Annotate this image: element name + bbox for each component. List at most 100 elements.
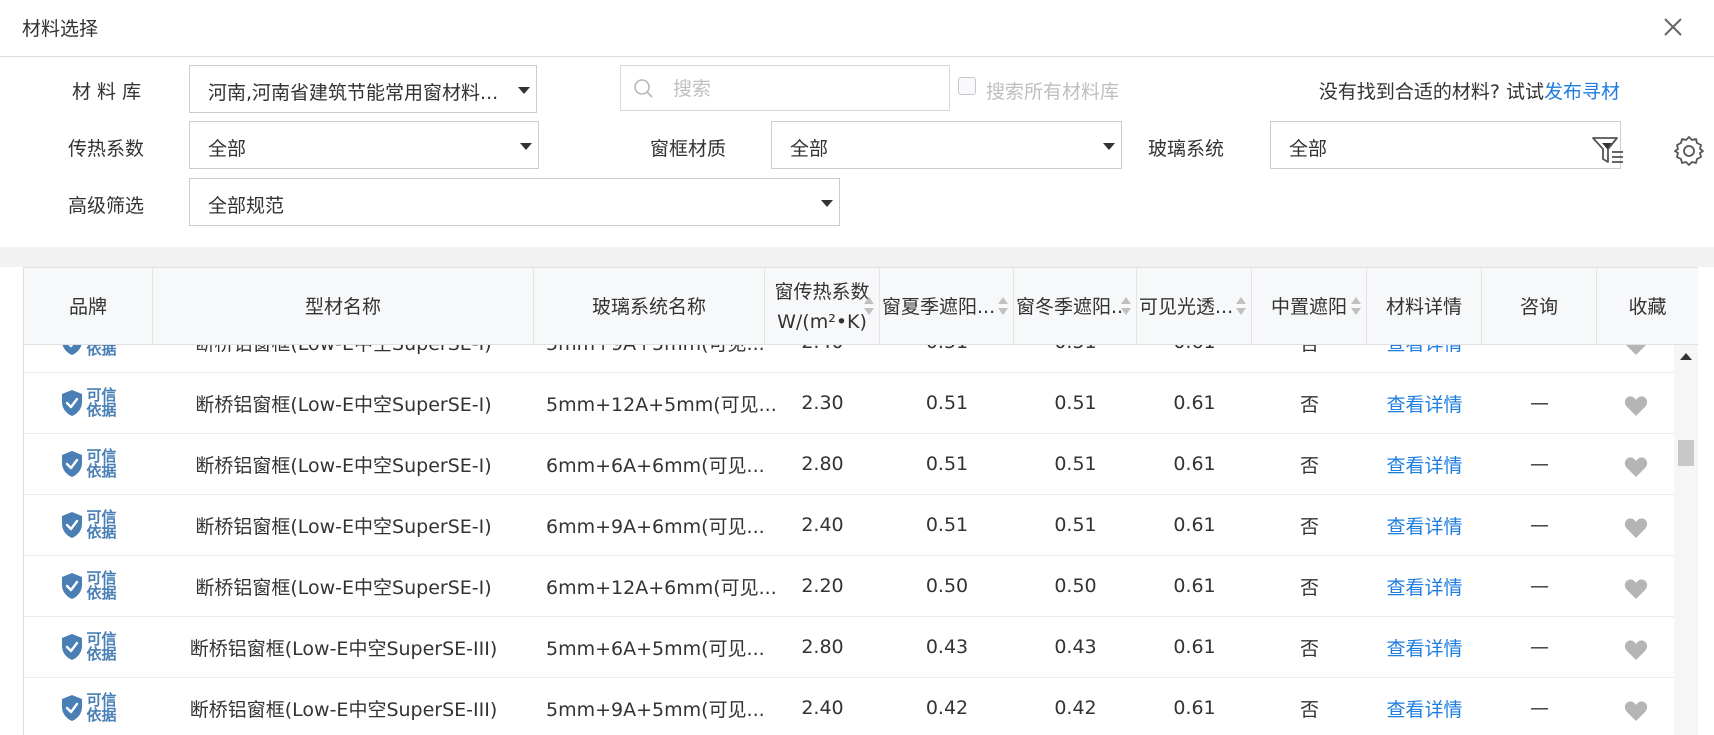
scrollbar[interactable] bbox=[1674, 345, 1698, 735]
view-details-link[interactable]: 查看详情 bbox=[1367, 373, 1482, 433]
table-row[interactable]: 可信 依据 断桥铝窗框(Low-E中空SuperSE-I) 6mm+9A+6mm(可见… bbox=[24, 495, 1674, 556]
cell-consult: — bbox=[1530, 575, 1549, 597]
cell-u: 2.80 bbox=[801, 636, 844, 658]
shield-badge-icon: 可信依据 bbox=[60, 388, 117, 418]
badge-line2: 依据 bbox=[86, 345, 117, 358]
search-all-label: 搜索所有材料库 bbox=[986, 81, 1120, 103]
shield-badge-icon: 可信依据 bbox=[60, 693, 117, 723]
col-visible-light[interactable]: 可见光透... bbox=[1137, 268, 1252, 345]
sort-icon[interactable] bbox=[863, 295, 875, 317]
col-visible-light-label: 可见光透... bbox=[1139, 295, 1234, 318]
col-winter-shading[interactable]: 窗冬季遮阳... bbox=[1014, 268, 1137, 345]
view-details-link[interactable]: 查看详情 bbox=[1367, 495, 1482, 555]
col-u-value-line1: 窗传热系数 bbox=[774, 280, 870, 303]
table-row[interactable]: 可信 依据 断桥铝窗框(Low-E中空SuperSE-III) 5mm+9A+5mm(… bbox=[24, 678, 1674, 735]
cell-glass: 5mm+9A+5mm(可见... bbox=[546, 698, 765, 721]
library-label: 材 料 库 bbox=[72, 81, 142, 103]
heart-icon[interactable] bbox=[1624, 517, 1648, 539]
cell-u: 2.40 bbox=[801, 697, 844, 719]
filter-panel: 材 料 库 河南,河南省建筑节能常用窗材料... 搜索所有材料库 没有找到合适的… bbox=[0, 57, 1714, 247]
sort-icon[interactable] bbox=[997, 295, 1009, 317]
table-header: 品牌 型材名称 玻璃系统名称 窗传热系数 W/(m²•K) 窗夏季遮阳... 窗… bbox=[24, 267, 1698, 345]
shield-badge-icon: 可信依据 bbox=[60, 632, 117, 662]
scroll-thumb[interactable] bbox=[1678, 440, 1694, 466]
heart-icon[interactable] bbox=[1624, 395, 1648, 417]
favorite-cell bbox=[1597, 495, 1674, 555]
col-u-value-line2: W/(m²•K) bbox=[777, 310, 867, 333]
frame-material-select-value: 全部 bbox=[790, 138, 829, 160]
view-details-link[interactable]: 查看详情 bbox=[1367, 617, 1482, 677]
heart-icon[interactable] bbox=[1624, 578, 1648, 600]
table-row[interactable]: 可信依据 断桥铝窗框(Low-E中空SuperSE-I)5mm+9A+5mm(可见… bbox=[24, 345, 1674, 373]
badge-line2: 依据 bbox=[86, 523, 117, 541]
cell-summer: 0.50 bbox=[925, 575, 969, 597]
publish-request-link[interactable]: 发布寻材 bbox=[1544, 81, 1620, 103]
library-select[interactable]: 河南,河南省建筑节能常用窗材料... bbox=[189, 65, 537, 113]
col-material-details: 材料详情 bbox=[1367, 268, 1482, 345]
sort-icon[interactable] bbox=[1350, 295, 1362, 317]
cell-visible: 0.61 bbox=[1137, 345, 1252, 372]
search-input[interactable] bbox=[671, 74, 935, 104]
cell-visible: 0.61 bbox=[1173, 453, 1216, 475]
filter-icon[interactable] bbox=[1590, 132, 1626, 168]
cell-winter: 0.42 bbox=[1054, 697, 1097, 719]
brand-cell: 可信依据 bbox=[24, 678, 153, 735]
view-details-link[interactable]: 查看详情 bbox=[1367, 678, 1482, 735]
view-details-link[interactable]: 查看详情 bbox=[1367, 434, 1482, 494]
col-u-value[interactable]: 窗传热系数 W/(m²•K) bbox=[765, 268, 880, 345]
heart-icon[interactable] bbox=[1624, 639, 1648, 661]
cell-profile: 断桥铝窗框(Low-E中空SuperSE-I) bbox=[195, 576, 492, 599]
cell-glass: 6mm+12A+6mm(可见... bbox=[546, 576, 777, 599]
cell-winter: 0.50 bbox=[1054, 575, 1097, 597]
col-glass-system: 玻璃系统名称 bbox=[534, 268, 765, 345]
view-details-link[interactable]: 查看详情 bbox=[1367, 345, 1482, 372]
cell-winter: 0.51 bbox=[1054, 514, 1097, 536]
close-icon[interactable] bbox=[1660, 14, 1686, 40]
u-value-select-value: 全部 bbox=[208, 138, 247, 160]
search-all-checkbox[interactable] bbox=[958, 77, 976, 95]
caret-down-icon bbox=[821, 200, 833, 207]
brand-cell: 可信依据 bbox=[24, 434, 153, 494]
favorite-cell bbox=[1597, 678, 1674, 735]
table-row[interactable]: 可信 依据 断桥铝窗框(Low-E中空SuperSE-I) 5mm+12A+5mm(可… bbox=[24, 373, 1674, 434]
gear-icon[interactable] bbox=[1672, 134, 1706, 168]
cell-summer: 0.51 bbox=[880, 345, 1014, 372]
scroll-up-arrow[interactable] bbox=[1680, 353, 1692, 360]
cell-winter: 0.51 bbox=[1014, 345, 1137, 372]
table-row[interactable]: 可信 依据 断桥铝窗框(Low-E中空SuperSE-III) 5mm+6A+5mm(… bbox=[24, 617, 1674, 678]
heart-icon[interactable] bbox=[1624, 700, 1648, 722]
cell-middle: 否 bbox=[1299, 637, 1319, 660]
sort-icon[interactable] bbox=[1120, 295, 1132, 317]
cell-profile: 断桥铝窗框(Low-E中空SuperSE-I) bbox=[195, 454, 492, 477]
col-middle-shading[interactable]: 中置遮阳 bbox=[1252, 268, 1367, 345]
glass-system-select[interactable]: 全部 bbox=[1270, 121, 1621, 169]
u-value-label: 传热系数 bbox=[68, 138, 145, 160]
cell-u: 2.40 bbox=[801, 514, 844, 536]
glass-system-label: 玻璃系统 bbox=[1148, 138, 1225, 160]
advanced-filter-select[interactable]: 全部规范 bbox=[189, 178, 840, 226]
table-row[interactable]: 可信 依据 断桥铝窗框(Low-E中空SuperSE-I) 6mm+6A+6mm(可见… bbox=[24, 434, 1674, 495]
heart-icon[interactable] bbox=[1624, 345, 1648, 356]
view-details-link[interactable]: 查看详情 bbox=[1367, 556, 1482, 616]
shield-badge-icon: 可信依据 bbox=[60, 449, 117, 479]
heart-icon[interactable] bbox=[1624, 456, 1648, 478]
cell-winter: 0.51 bbox=[1054, 392, 1097, 414]
col-summer-shading-label: 窗夏季遮阳... bbox=[882, 295, 996, 318]
col-summer-shading[interactable]: 窗夏季遮阳... bbox=[880, 268, 1014, 345]
shield-badge-icon: 可信依据 bbox=[60, 345, 117, 358]
separator-band bbox=[0, 247, 1714, 267]
u-value-select[interactable]: 全部 bbox=[189, 121, 539, 169]
sort-icon[interactable] bbox=[1235, 295, 1247, 317]
badge-line2: 依据 bbox=[86, 584, 117, 602]
frame-material-select[interactable]: 全部 bbox=[771, 121, 1122, 169]
search-box[interactable] bbox=[620, 65, 950, 111]
shield-badge-icon: 可信依据 bbox=[60, 510, 117, 541]
cell-summer: 0.51 bbox=[925, 392, 969, 414]
cell-consult: — bbox=[1530, 636, 1549, 658]
col-winter-shading-label: 窗冬季遮阳... bbox=[1016, 295, 1130, 318]
brand-cell: 可信依据 bbox=[24, 345, 153, 372]
advanced-filter-label: 高级筛选 bbox=[68, 195, 145, 217]
hint-text: 没有找到合适的材料? 试试发布寻材 bbox=[1319, 77, 1620, 104]
cell-consult: — bbox=[1530, 514, 1549, 536]
table-row[interactable]: 可信 依据 断桥铝窗框(Low-E中空SuperSE-I) 6mm+12A+6mm(可… bbox=[24, 556, 1674, 617]
